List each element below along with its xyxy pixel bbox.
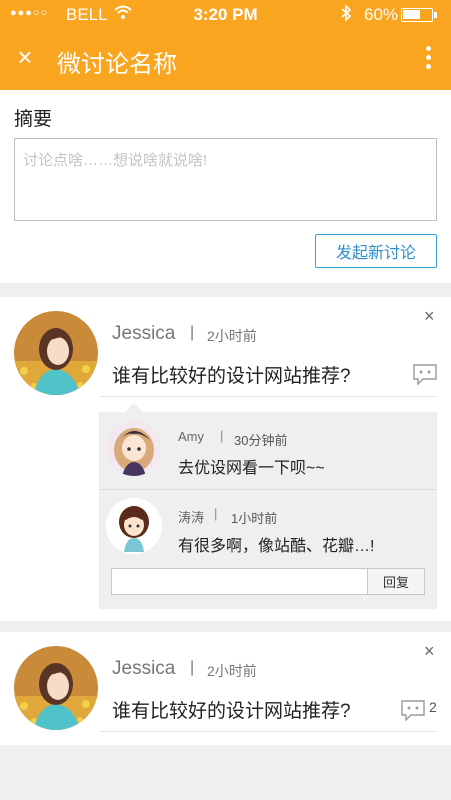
reply-item: 涛涛 | 1小时前 有很多啊，像站酷、花瓣…! (99, 490, 437, 568)
meta-separator: | (220, 428, 224, 443)
post-content[interactable]: 谁有比较好的设计网站推荐? (112, 361, 351, 388)
more-vertical-icon[interactable] (418, 46, 438, 72)
avatar[interactable] (14, 311, 98, 395)
reply-button[interactable]: 回复 (367, 568, 425, 595)
author-name[interactable]: Jessica (112, 323, 175, 345)
discussion-composer: 摘要 发起新讨论 (0, 90, 451, 283)
page-title: 微讨论名称 (57, 51, 177, 78)
reply-author[interactable]: Amy (178, 429, 204, 444)
reply-item: Amy | 30分钟前 去优设网看一下呗~~ (99, 412, 437, 490)
reply-input[interactable] (111, 568, 368, 595)
start-discussion-button[interactable]: 发起新讨论 (315, 234, 437, 268)
reply-text: 去优设网看一下呗~~ (178, 460, 325, 477)
comment-icon[interactable] (412, 363, 438, 386)
comment-count: 2 (429, 699, 437, 715)
reply-time: 1小时前 (231, 511, 278, 526)
reply-author[interactable]: 涛涛 (178, 507, 204, 526)
avatar[interactable] (14, 646, 98, 730)
nav-bar: × 微讨论名称 (0, 28, 451, 90)
meta-separator: | (190, 659, 195, 676)
avatar[interactable] (106, 498, 162, 554)
battery-fill (403, 10, 420, 19)
reply-text: 有很多啊，像站酷、花瓣…! (178, 538, 375, 555)
comment-icon[interactable] (400, 699, 426, 722)
summary-label: 摘要 (14, 109, 53, 130)
dismiss-icon[interactable]: × (424, 306, 435, 327)
divider (100, 396, 437, 397)
post-time: 2小时前 (207, 663, 257, 679)
avatar[interactable] (106, 420, 162, 476)
battery-icon (401, 8, 437, 22)
discussion-card: × Jessica | 2小时前 谁有比较好的设计网站推荐? Amy | 30分… (0, 297, 451, 621)
thread-caret (125, 403, 143, 412)
meta-separator: | (190, 324, 195, 341)
author-name[interactable]: Jessica (112, 658, 175, 680)
reply-time: 30分钟前 (234, 433, 288, 448)
dismiss-icon[interactable]: × (424, 641, 435, 662)
bluetooth-icon (340, 4, 352, 27)
divider (100, 731, 437, 732)
meta-separator: | (214, 506, 218, 521)
close-icon[interactable]: × (12, 44, 38, 70)
discussion-input[interactable] (14, 138, 437, 221)
battery-tip (434, 12, 437, 18)
reply-thread: Amy | 30分钟前 去优设网看一下呗~~ 涛涛 | 1小时前 有很多啊，像站… (99, 403, 437, 609)
battery-percent: 60% (364, 5, 399, 24)
post-time: 2小时前 (207, 328, 257, 344)
status-bar: ●●●○○ BELL 3:20 PM 60% (0, 0, 451, 28)
post-content[interactable]: 谁有比较好的设计网站推荐? (112, 696, 351, 723)
discussion-card: × Jessica | 2小时前 谁有比较好的设计网站推荐? 2 (0, 632, 451, 745)
